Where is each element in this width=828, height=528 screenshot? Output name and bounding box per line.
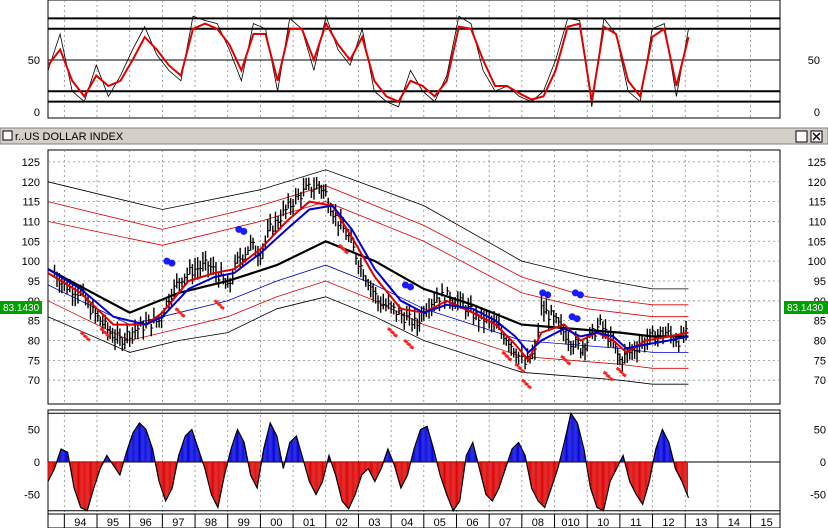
stochastic-panel: 0 0 50 50 (28, 0, 820, 119)
price-tick-right: 115 (808, 197, 826, 209)
price-tick-right: 120 (808, 177, 826, 189)
price-window-titlebar[interactable]: r..US DOLLAR INDEX (0, 127, 828, 145)
oscillator-tick-right: 0 (820, 457, 826, 469)
x-axis: 94 95 96 97 98 99 00 01 02 03 04 05 06 07 08 010 10 11 12 1… (47, 513, 781, 528)
x-tick-label: 02 (336, 517, 348, 528)
stochastic-tick-right: 50 (808, 55, 820, 67)
x-tick-label: 08 (532, 517, 544, 528)
price-tick-left: 120 (22, 177, 40, 189)
price-tick-left: 95 (28, 276, 40, 288)
price-tick-left: 125 (22, 157, 40, 169)
price-tick-right: 85 (814, 316, 826, 328)
price-tick-left: 110 (22, 216, 40, 228)
oscillator-panel: -50 -50 0 0 50 50 (24, 409, 826, 515)
buy-dot (240, 227, 248, 235)
buy-dot (573, 315, 581, 323)
price-tick-right: 125 (808, 157, 826, 169)
x-tick-label: 99 (238, 517, 250, 528)
price-tick-left: 80 (28, 336, 40, 348)
last-price-tag-right: 83.1430 (784, 301, 828, 314)
buy-dot (576, 291, 584, 299)
price-tick-right: 105 (808, 236, 826, 248)
buy-dot (406, 283, 414, 291)
last-price-right: 83.1430 (787, 303, 824, 314)
price-tick-left: 75 (28, 355, 40, 367)
price-panel: 7070757580808585909095951001001051051101… (0, 149, 828, 405)
chart-canvas: 0 050 50 r..US DOLLAR INDEX 70 7075 7580 8085… (0, 0, 828, 528)
x-tick-label: 12 (662, 517, 674, 528)
stochastic-tick-left: 0 (34, 107, 40, 119)
last-price-left: 83.1430 (3, 303, 40, 314)
restore-button[interactable] (795, 130, 808, 143)
price-tick-right: 80 (814, 336, 826, 348)
x-tick-label: 010 (561, 517, 579, 528)
price-tick-right: 95 (814, 276, 826, 288)
price-tick-left: 100 (22, 256, 40, 268)
x-tick-label: 01 (303, 517, 315, 528)
x-tick-label: 00 (270, 517, 282, 528)
oscillator-tick-right: -50 (810, 490, 826, 502)
restore-icon (795, 130, 808, 143)
last-price-tag-left: 83.1430 (0, 301, 42, 314)
buy-dot (168, 259, 176, 267)
oscillator-tick-left: -50 (24, 490, 40, 502)
price-tick-left: 115 (22, 197, 40, 209)
oscillator-tick-right: 50 (814, 425, 826, 437)
price-tick-right: 75 (814, 355, 826, 367)
x-tick-label: 03 (368, 517, 380, 528)
titlebar-background (0, 127, 828, 145)
x-tick-label: 95 (107, 517, 119, 528)
price-tick-left: 85 (28, 316, 40, 328)
price-frame (47, 149, 781, 405)
price-tick-left: 70 (28, 375, 40, 387)
x-tick-label: 04 (401, 517, 413, 528)
price-tick-right: 110 (808, 216, 826, 228)
price-tick-left: 105 (22, 236, 40, 248)
x-tick-label: 10 (597, 517, 609, 528)
x-tick-label: 96 (140, 517, 152, 528)
x-tick-label: 13 (695, 517, 707, 528)
x-tick-label: 94 (74, 517, 86, 528)
x-tick-label: 07 (499, 517, 511, 528)
close-button[interactable] (810, 130, 823, 143)
x-tick-label: 14 (728, 517, 740, 528)
price-tick-right: 100 (808, 256, 826, 268)
x-tick-label: 06 (466, 517, 478, 528)
x-tick-label: 05 (434, 517, 446, 528)
x-tick-label: 98 (205, 517, 217, 528)
oscillator-tick-left: 50 (28, 425, 40, 437)
window-title: r..US DOLLAR INDEX (15, 131, 124, 143)
x-tick-label: 15 (760, 517, 772, 528)
price-tick-right: 70 (814, 375, 826, 387)
x-tick-label: 97 (172, 517, 184, 528)
stochastic-tick-left: 50 (28, 55, 40, 67)
stochastic-tick-right: 0 (814, 107, 820, 119)
buy-dot (544, 291, 552, 299)
oscillator-tick-left: 0 (34, 457, 40, 469)
x-tick-label: 11 (630, 517, 641, 528)
window-icon (2, 130, 13, 141)
